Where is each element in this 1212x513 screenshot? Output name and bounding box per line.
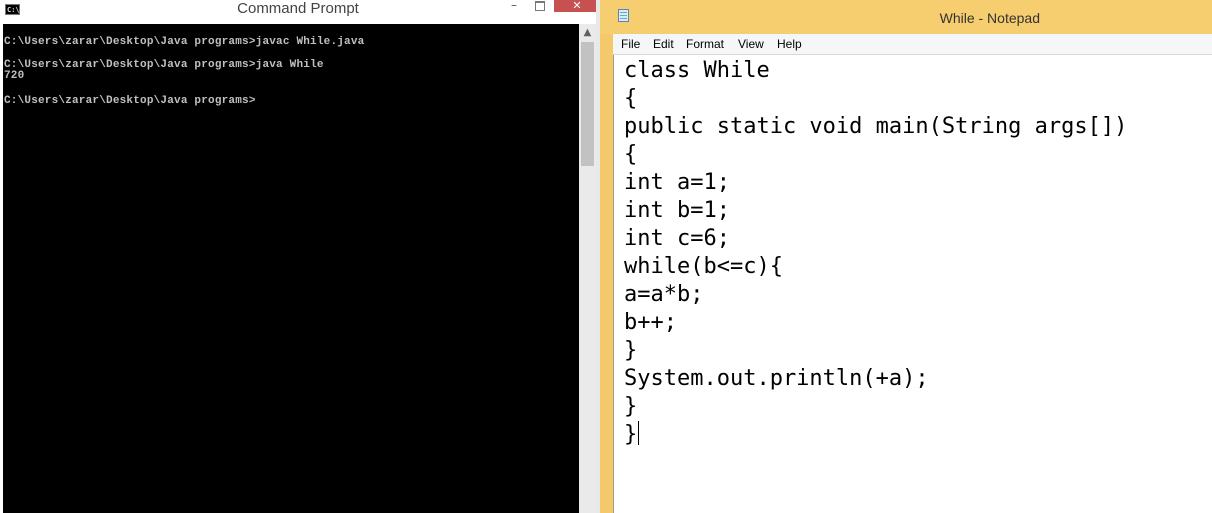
code-line: System.out.println(+a); — [624, 366, 929, 391]
cmd-vertical-scrollbar[interactable]: ▲ — [579, 24, 596, 513]
menu-format[interactable]: Format — [686, 37, 724, 51]
code-line: } — [624, 394, 638, 419]
menu-file[interactable]: File — [621, 37, 640, 51]
console-line: C:\Users\zarar\Desktop\Java programs>jav… — [4, 59, 324, 71]
code-line: int b=1; — [624, 198, 730, 223]
console-prompt-line: C:\Users\zarar\Desktop\Java programs> — [4, 95, 256, 107]
notepad-window-title: While - Notepad — [939, 10, 1040, 26]
code-line-last: } — [624, 421, 640, 449]
code-line: public static void main(String args[]) — [624, 114, 1128, 139]
scroll-up-arrow-icon[interactable]: ▲ — [579, 24, 596, 41]
menu-view[interactable]: View — [738, 37, 764, 51]
scrollbar-thumb[interactable] — [581, 42, 594, 166]
notepad-text-area[interactable]: class While { public static void main(St… — [613, 55, 1212, 513]
menu-help[interactable]: Help — [777, 37, 802, 51]
code-line: { — [624, 142, 638, 167]
code-line: b++; — [624, 310, 677, 335]
cmd-close-button[interactable]: ✕ — [554, 0, 600, 12]
code-line: { — [624, 86, 638, 111]
cmd-title-bar[interactable]: C:\ Command Prompt – ✕ — [0, 0, 600, 24]
text-caret — [638, 421, 640, 445]
code-line: a=a*b; — [624, 282, 704, 307]
code-line: while(b<=c){ — [624, 254, 783, 279]
console-line: 720 — [4, 70, 25, 82]
notepad-title-bar[interactable]: While - Notepad — [600, 0, 1212, 34]
code-line: int a=1; — [624, 170, 730, 195]
notepad-window-border — [600, 34, 613, 513]
notepad-window: While - Notepad File Edit Format View He… — [600, 0, 1212, 513]
code-text: } — [624, 422, 638, 447]
cmd-console-output[interactable]: C:\Users\zarar\Desktop\Java programs>jav… — [3, 24, 579, 513]
menu-edit[interactable]: Edit — [653, 37, 674, 51]
code-line: int c=6; — [624, 226, 730, 251]
notepad-menu-bar: File Edit Format View Help — [613, 34, 1212, 55]
command-prompt-window: C:\ Command Prompt – ✕ C:\Users\zarar\De… — [0, 0, 600, 513]
code-line: class While — [624, 58, 770, 83]
cmd-maximize-button[interactable] — [529, 0, 551, 12]
code-line: } — [624, 338, 638, 363]
maximize-icon — [535, 1, 545, 11]
console-line: C:\Users\zarar\Desktop\Java programs>jav… — [4, 36, 365, 48]
cmd-minimize-button[interactable]: – — [503, 0, 525, 12]
